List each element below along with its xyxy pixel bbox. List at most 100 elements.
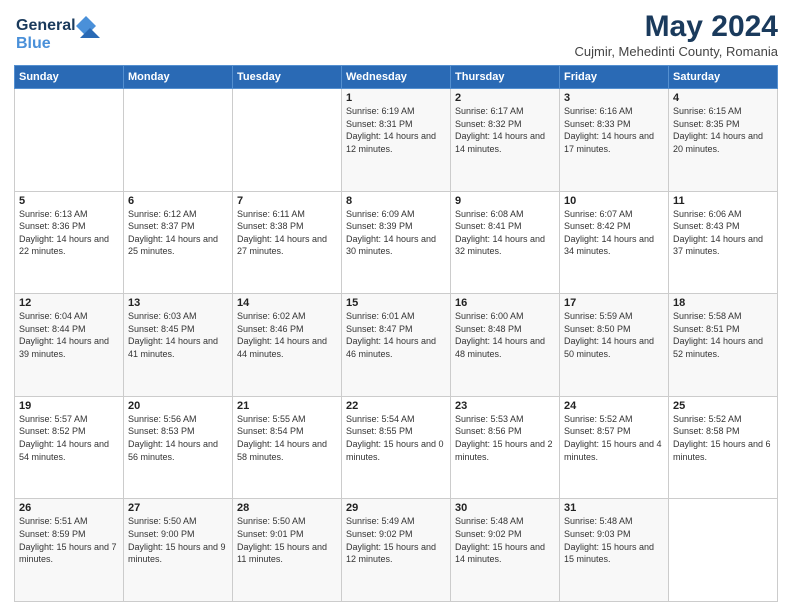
calendar-cell: 19Sunrise: 5:57 AM Sunset: 8:52 PM Dayli…: [15, 396, 124, 499]
calendar-cell: 13Sunrise: 6:03 AM Sunset: 8:45 PM Dayli…: [124, 294, 233, 397]
header-sunday: Sunday: [15, 66, 124, 89]
day-number: 25: [673, 400, 773, 412]
day-number: 30: [455, 502, 555, 514]
day-info: Sunrise: 6:03 AM Sunset: 8:45 PM Dayligh…: [128, 310, 228, 360]
day-info: Sunrise: 6:13 AM Sunset: 8:36 PM Dayligh…: [19, 208, 119, 258]
day-number: 7: [237, 195, 337, 207]
day-info: Sunrise: 5:57 AM Sunset: 8:52 PM Dayligh…: [19, 413, 119, 463]
day-number: 12: [19, 297, 119, 309]
day-number: 18: [673, 297, 773, 309]
svg-text:General: General: [16, 17, 76, 34]
day-info: Sunrise: 5:50 AM Sunset: 9:00 PM Dayligh…: [128, 515, 228, 565]
day-info: Sunrise: 5:59 AM Sunset: 8:50 PM Dayligh…: [564, 310, 664, 360]
calendar-cell: 2Sunrise: 6:17 AM Sunset: 8:32 PM Daylig…: [451, 89, 560, 192]
calendar-cell: [15, 89, 124, 192]
calendar-cell: [233, 89, 342, 192]
calendar-cell: 10Sunrise: 6:07 AM Sunset: 8:42 PM Dayli…: [560, 191, 669, 294]
calendar-week-1: 1Sunrise: 6:19 AM Sunset: 8:31 PM Daylig…: [15, 89, 778, 192]
page: General Blue May 2024 Cujmir, Mehedinti …: [0, 0, 792, 612]
day-number: 6: [128, 195, 228, 207]
day-info: Sunrise: 6:19 AM Sunset: 8:31 PM Dayligh…: [346, 105, 446, 155]
calendar-week-5: 26Sunrise: 5:51 AM Sunset: 8:59 PM Dayli…: [15, 499, 778, 602]
day-number: 28: [237, 502, 337, 514]
day-info: Sunrise: 5:48 AM Sunset: 9:03 PM Dayligh…: [564, 515, 664, 565]
weekday-header-row: Sunday Monday Tuesday Wednesday Thursday…: [15, 66, 778, 89]
day-info: Sunrise: 6:08 AM Sunset: 8:41 PM Dayligh…: [455, 208, 555, 258]
day-number: 13: [128, 297, 228, 309]
calendar-cell: 18Sunrise: 5:58 AM Sunset: 8:51 PM Dayli…: [669, 294, 778, 397]
calendar-cell: 14Sunrise: 6:02 AM Sunset: 8:46 PM Dayli…: [233, 294, 342, 397]
calendar: Sunday Monday Tuesday Wednesday Thursday…: [14, 65, 778, 602]
calendar-cell: 12Sunrise: 6:04 AM Sunset: 8:44 PM Dayli…: [15, 294, 124, 397]
calendar-cell: 30Sunrise: 5:48 AM Sunset: 9:02 PM Dayli…: [451, 499, 560, 602]
logo-icon: General Blue: [14, 10, 104, 54]
day-number: 2: [455, 92, 555, 104]
day-number: 19: [19, 400, 119, 412]
calendar-cell: 22Sunrise: 5:54 AM Sunset: 8:55 PM Dayli…: [342, 396, 451, 499]
calendar-cell: 25Sunrise: 5:52 AM Sunset: 8:58 PM Dayli…: [669, 396, 778, 499]
calendar-cell: 26Sunrise: 5:51 AM Sunset: 8:59 PM Dayli…: [15, 499, 124, 602]
day-info: Sunrise: 5:54 AM Sunset: 8:55 PM Dayligh…: [346, 413, 446, 463]
calendar-cell: 16Sunrise: 6:00 AM Sunset: 8:48 PM Dayli…: [451, 294, 560, 397]
day-info: Sunrise: 5:52 AM Sunset: 8:57 PM Dayligh…: [564, 413, 664, 463]
day-number: 20: [128, 400, 228, 412]
header-saturday: Saturday: [669, 66, 778, 89]
calendar-cell: 23Sunrise: 5:53 AM Sunset: 8:56 PM Dayli…: [451, 396, 560, 499]
day-info: Sunrise: 5:50 AM Sunset: 9:01 PM Dayligh…: [237, 515, 337, 565]
svg-text:Blue: Blue: [16, 35, 51, 52]
calendar-cell: 6Sunrise: 6:12 AM Sunset: 8:37 PM Daylig…: [124, 191, 233, 294]
calendar-week-3: 12Sunrise: 6:04 AM Sunset: 8:44 PM Dayli…: [15, 294, 778, 397]
day-info: Sunrise: 5:53 AM Sunset: 8:56 PM Dayligh…: [455, 413, 555, 463]
calendar-cell: 24Sunrise: 5:52 AM Sunset: 8:57 PM Dayli…: [560, 396, 669, 499]
header-monday: Monday: [124, 66, 233, 89]
day-info: Sunrise: 6:09 AM Sunset: 8:39 PM Dayligh…: [346, 208, 446, 258]
day-info: Sunrise: 6:16 AM Sunset: 8:33 PM Dayligh…: [564, 105, 664, 155]
day-number: 29: [346, 502, 446, 514]
calendar-cell: 5Sunrise: 6:13 AM Sunset: 8:36 PM Daylig…: [15, 191, 124, 294]
main-title: May 2024: [574, 10, 778, 44]
day-number: 3: [564, 92, 664, 104]
calendar-cell: 4Sunrise: 6:15 AM Sunset: 8:35 PM Daylig…: [669, 89, 778, 192]
calendar-cell: 20Sunrise: 5:56 AM Sunset: 8:53 PM Dayli…: [124, 396, 233, 499]
calendar-cell: 29Sunrise: 5:49 AM Sunset: 9:02 PM Dayli…: [342, 499, 451, 602]
calendar-cell: 7Sunrise: 6:11 AM Sunset: 8:38 PM Daylig…: [233, 191, 342, 294]
day-number: 4: [673, 92, 773, 104]
day-number: 23: [455, 400, 555, 412]
day-number: 9: [455, 195, 555, 207]
calendar-cell: 11Sunrise: 6:06 AM Sunset: 8:43 PM Dayli…: [669, 191, 778, 294]
day-info: Sunrise: 6:17 AM Sunset: 8:32 PM Dayligh…: [455, 105, 555, 155]
day-info: Sunrise: 6:06 AM Sunset: 8:43 PM Dayligh…: [673, 208, 773, 258]
day-number: 22: [346, 400, 446, 412]
day-info: Sunrise: 6:00 AM Sunset: 8:48 PM Dayligh…: [455, 310, 555, 360]
day-number: 24: [564, 400, 664, 412]
day-number: 14: [237, 297, 337, 309]
day-info: Sunrise: 6:02 AM Sunset: 8:46 PM Dayligh…: [237, 310, 337, 360]
calendar-cell: 8Sunrise: 6:09 AM Sunset: 8:39 PM Daylig…: [342, 191, 451, 294]
title-block: May 2024 Cujmir, Mehedinti County, Roman…: [574, 10, 778, 59]
day-info: Sunrise: 5:51 AM Sunset: 8:59 PM Dayligh…: [19, 515, 119, 565]
day-number: 27: [128, 502, 228, 514]
header: General Blue May 2024 Cujmir, Mehedinti …: [14, 10, 778, 59]
calendar-week-4: 19Sunrise: 5:57 AM Sunset: 8:52 PM Dayli…: [15, 396, 778, 499]
day-number: 16: [455, 297, 555, 309]
header-tuesday: Tuesday: [233, 66, 342, 89]
day-info: Sunrise: 5:49 AM Sunset: 9:02 PM Dayligh…: [346, 515, 446, 565]
day-number: 17: [564, 297, 664, 309]
day-info: Sunrise: 6:15 AM Sunset: 8:35 PM Dayligh…: [673, 105, 773, 155]
day-info: Sunrise: 5:52 AM Sunset: 8:58 PM Dayligh…: [673, 413, 773, 463]
header-wednesday: Wednesday: [342, 66, 451, 89]
day-info: Sunrise: 5:58 AM Sunset: 8:51 PM Dayligh…: [673, 310, 773, 360]
calendar-cell: 3Sunrise: 6:16 AM Sunset: 8:33 PM Daylig…: [560, 89, 669, 192]
header-friday: Friday: [560, 66, 669, 89]
calendar-cell: 27Sunrise: 5:50 AM Sunset: 9:00 PM Dayli…: [124, 499, 233, 602]
calendar-cell: 17Sunrise: 5:59 AM Sunset: 8:50 PM Dayli…: [560, 294, 669, 397]
day-number: 10: [564, 195, 664, 207]
calendar-cell: 1Sunrise: 6:19 AM Sunset: 8:31 PM Daylig…: [342, 89, 451, 192]
day-info: Sunrise: 6:07 AM Sunset: 8:42 PM Dayligh…: [564, 208, 664, 258]
calendar-cell: [124, 89, 233, 192]
day-number: 26: [19, 502, 119, 514]
day-number: 5: [19, 195, 119, 207]
day-info: Sunrise: 5:56 AM Sunset: 8:53 PM Dayligh…: [128, 413, 228, 463]
day-number: 1: [346, 92, 446, 104]
day-info: Sunrise: 6:11 AM Sunset: 8:38 PM Dayligh…: [237, 208, 337, 258]
